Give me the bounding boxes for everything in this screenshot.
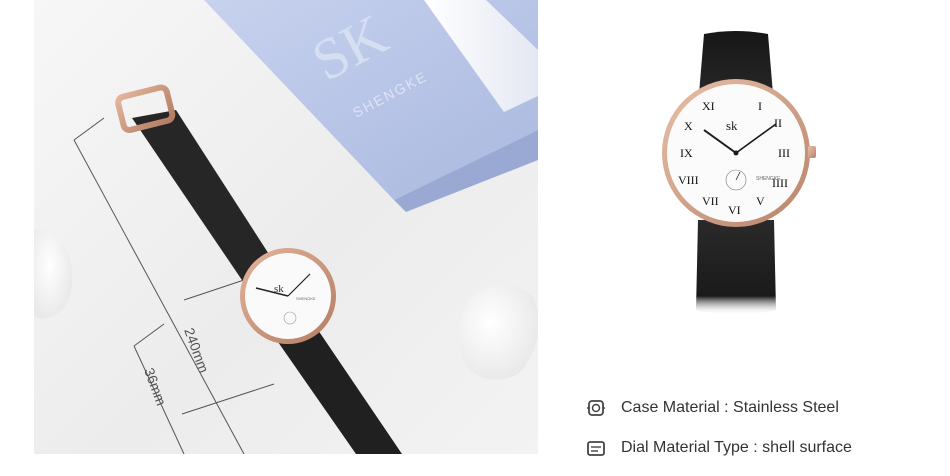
svg-text:IX: IX	[680, 146, 693, 160]
product-watch-image: I II III IIII V VI VII VIII IX X XI sk S…	[640, 20, 840, 360]
svg-text:X: X	[684, 119, 693, 133]
photo-scene: SK SHENGKE 240mm 36mm sk SHENGKE	[34, 0, 538, 454]
spec-list: Case Material : Stainless Steel Dial Mat…	[585, 396, 925, 476]
dial-icon	[585, 437, 607, 459]
svg-text:I: I	[758, 99, 762, 113]
svg-text:VII: VII	[702, 194, 719, 208]
product-strap-bottom	[696, 220, 776, 315]
petal-right	[458, 284, 538, 380]
product-watch: I II III IIII V VI VII VIII IX X XI sk S…	[662, 31, 816, 315]
photo-watch-case: sk SHENGKE	[240, 248, 336, 344]
spec-item-dial-material: Dial Material Type : shell surface	[585, 436, 925, 460]
gift-box: SK SHENGKE	[204, 0, 538, 212]
svg-text:V: V	[756, 194, 765, 208]
spec-dial-material-label: Dial Material Type : shell surface	[621, 439, 852, 456]
spec-case-material-label: Case Material : Stainless Steel	[621, 399, 839, 416]
case-icon	[585, 397, 607, 419]
product-watch-crown	[808, 146, 816, 158]
svg-text:II: II	[774, 116, 782, 130]
svg-text:XI: XI	[702, 99, 715, 113]
spec-item-case-material: Case Material : Stainless Steel	[585, 396, 925, 420]
petal-left	[34, 229, 73, 319]
product-photo: SK SHENGKE 240mm 36mm sk SHENGKE	[34, 0, 538, 454]
product-watch-brand: SHENGKE	[756, 176, 781, 182]
case-dimension-label: 36mm	[141, 366, 169, 408]
svg-text:VI: VI	[728, 203, 741, 217]
product-watch-logo: sk	[726, 118, 738, 133]
svg-text:III: III	[778, 146, 790, 160]
length-dimension-label: 240mm	[181, 326, 212, 375]
svg-text:VIII: VIII	[678, 173, 699, 187]
photo-watch-brand: SHENGKE	[296, 296, 316, 301]
